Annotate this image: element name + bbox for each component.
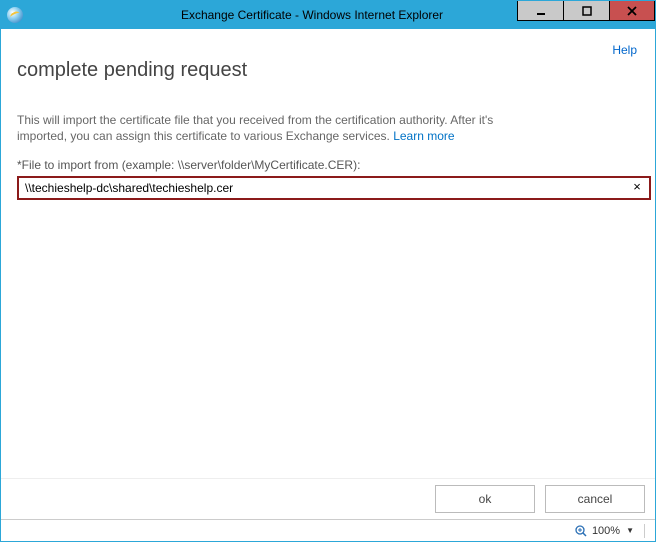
content-area: Help complete pending request This will …	[1, 29, 655, 478]
page-description: This will import the certificate file th…	[17, 112, 537, 144]
maximize-button[interactable]	[563, 1, 609, 21]
file-import-input[interactable]	[17, 176, 651, 200]
help-link[interactable]: Help	[612, 43, 637, 57]
page-title: complete pending request	[17, 59, 645, 82]
zoom-icon[interactable]	[574, 524, 588, 538]
dialog-footer: ok cancel	[1, 478, 655, 519]
chevron-down-icon[interactable]: ▼	[624, 526, 636, 535]
minimize-button[interactable]	[517, 1, 563, 21]
close-button[interactable]	[609, 1, 655, 21]
window-root: Exchange Certificate - Windows Internet …	[0, 0, 656, 542]
file-import-label: *File to import from (example: \\server\…	[17, 158, 639, 172]
clear-icon[interactable]: ×	[629, 179, 645, 195]
statusbar-separator	[644, 524, 645, 538]
cancel-button[interactable]: cancel	[545, 485, 645, 513]
status-bar: 100% ▼	[1, 519, 655, 541]
ie-icon	[7, 7, 23, 23]
window-controls	[517, 1, 655, 21]
learn-more-link[interactable]: Learn more	[393, 129, 454, 143]
titlebar[interactable]: Exchange Certificate - Windows Internet …	[1, 1, 655, 29]
zoom-level[interactable]: 100%	[592, 525, 620, 537]
file-input-wrap: ×	[17, 176, 651, 200]
ok-button[interactable]: ok	[435, 485, 535, 513]
